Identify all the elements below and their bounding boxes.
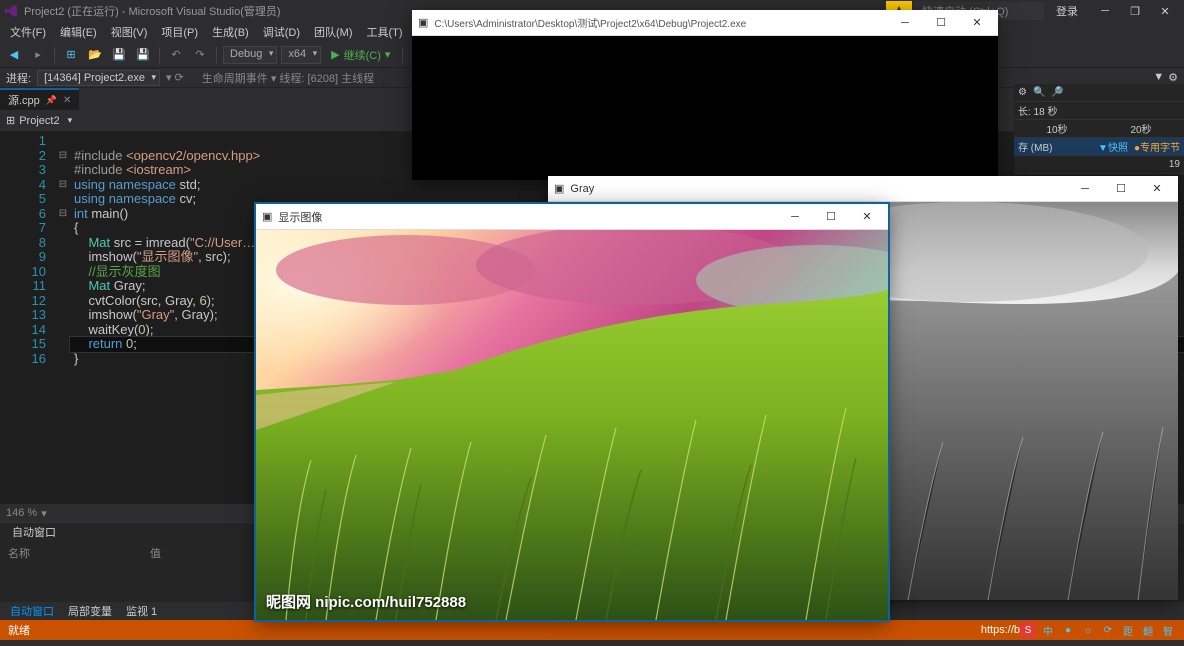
menu-item[interactable]: 编辑(E): [54, 22, 103, 42]
filter-icon[interactable]: ▼: [1153, 71, 1164, 84]
window-minimize[interactable]: ─: [1090, 1, 1120, 21]
menu-item[interactable]: 视图(V): [105, 22, 154, 42]
col-name: 名称: [8, 545, 30, 561]
pin-icon[interactable]: 📌: [46, 95, 57, 106]
image-title: 显示图像: [278, 209, 322, 225]
diag-zoom-out-icon[interactable]: 🔎: [1051, 87, 1063, 98]
process-combo[interactable]: [14364] Project2.exe: [37, 70, 160, 86]
open-button[interactable]: 📂: [85, 45, 105, 65]
bottom-tab[interactable]: 局部变量: [62, 601, 118, 621]
process-label: 进程:: [6, 70, 31, 86]
tray-icon[interactable]: ⟳: [1100, 622, 1116, 638]
tray-icon[interactable]: S: [1020, 622, 1036, 638]
console-window[interactable]: ▣ C:\Users\Administrator\Desktop\测试\Proj…: [412, 10, 998, 180]
tray-icon[interactable]: ●: [1060, 622, 1076, 638]
img-maximize[interactable]: ☐: [816, 207, 846, 227]
redo-button[interactable]: ↷: [190, 45, 210, 65]
project-crumb[interactable]: ⊞ Project2▾: [6, 114, 72, 127]
system-tray: S中●☼⟳距翻智: [1020, 622, 1176, 638]
window-restore[interactable]: ❐: [1120, 1, 1150, 21]
color-image: [256, 230, 888, 620]
config-combo[interactable]: Debug: [223, 46, 277, 64]
gray-maximize[interactable]: ☐: [1106, 179, 1136, 199]
console-minimize[interactable]: ─: [890, 13, 920, 33]
gray-title: Gray: [570, 183, 594, 195]
diag-time: 长: 18 秒: [1018, 103, 1057, 118]
console-maximize[interactable]: ☐: [926, 13, 956, 33]
save-all-button[interactable]: 💾: [133, 45, 153, 65]
vs-icon: [4, 4, 18, 18]
bottom-tab[interactable]: 监视 1: [120, 601, 163, 621]
tab-label: 源.cpp: [8, 92, 40, 108]
watermark: 昵图网 nipic.com/huil752888: [266, 591, 466, 612]
console-title: C:\Users\Administrator\Desktop\测试\Projec…: [434, 15, 746, 30]
color-image-window[interactable]: ▣ 显示图像 ─ ☐ ✕: [256, 204, 888, 620]
panel-title: 自动窗口: [4, 522, 64, 542]
diag-zoom-in-icon[interactable]: 🔍: [1033, 87, 1045, 98]
col-value: 值: [150, 545, 161, 561]
menu-item[interactable]: 团队(M): [308, 22, 359, 42]
menu-item[interactable]: 文件(F): [4, 22, 52, 42]
continue-button[interactable]: ▶ 继续(C) ▾: [325, 47, 396, 63]
tray-icon[interactable]: 翻: [1140, 622, 1156, 638]
nav-forward-button[interactable]: ▸: [28, 45, 48, 65]
status-ready: 就绪: [8, 622, 30, 638]
menu-item[interactable]: 项目(P): [155, 22, 204, 42]
menu-item[interactable]: 调试(D): [257, 22, 306, 42]
window-close[interactable]: ✕: [1150, 1, 1180, 21]
menu-item[interactable]: 生成(B): [206, 22, 255, 42]
gray-minimize[interactable]: ─: [1070, 179, 1100, 199]
img-close[interactable]: ✕: [852, 207, 882, 227]
platform-combo[interactable]: x64: [281, 46, 321, 64]
close-tab-icon[interactable]: ✕: [63, 95, 71, 106]
menu-item[interactable]: 工具(T): [361, 22, 409, 42]
sign-in-link[interactable]: 登录: [1056, 3, 1078, 19]
zoom-level[interactable]: 146 %: [6, 507, 37, 519]
bottom-tab[interactable]: 自动窗口: [4, 601, 60, 621]
editor-tab[interactable]: 源.cpp 📌 ✕: [0, 88, 79, 110]
line-gutter: 12345678910111213141516: [0, 132, 56, 504]
window-title: Project2 (正在运行) - Microsoft Visual Studi…: [24, 3, 281, 19]
settings-icon[interactable]: ⚙: [1168, 71, 1178, 84]
tray-icon[interactable]: ☼: [1080, 622, 1096, 638]
lifecycle-label: 生命周期事件 ▾ 线程: [6208] 主线程: [202, 70, 374, 86]
undo-button[interactable]: ↶: [166, 45, 186, 65]
window-icon: ▣: [262, 210, 272, 223]
nav-back-button[interactable]: ◀: [4, 45, 24, 65]
fold-column[interactable]: ⊟⊟⊟: [56, 132, 70, 504]
img-minimize[interactable]: ─: [780, 207, 810, 227]
diagnostics-panel: ⚙🔍🔎 长: 18 秒 10秒20秒 存 (MB)▼快照●专用字节 19: [1014, 84, 1184, 174]
new-project-button[interactable]: ⊞: [61, 45, 81, 65]
status-bar: 就绪 https://b S中●☼⟳距翻智: [0, 620, 1184, 640]
tray-icon[interactable]: 距: [1120, 622, 1136, 638]
console-close[interactable]: ✕: [962, 13, 992, 33]
window-icon: ▣: [554, 182, 564, 195]
gray-close[interactable]: ✕: [1142, 179, 1172, 199]
console-icon: ▣: [418, 16, 428, 29]
tray-icon[interactable]: 智: [1160, 622, 1176, 638]
tray-icon[interactable]: 中: [1040, 622, 1056, 638]
status-url: https://b: [981, 624, 1020, 636]
diag-icon[interactable]: ⚙: [1018, 87, 1027, 98]
save-button[interactable]: 💾: [109, 45, 129, 65]
